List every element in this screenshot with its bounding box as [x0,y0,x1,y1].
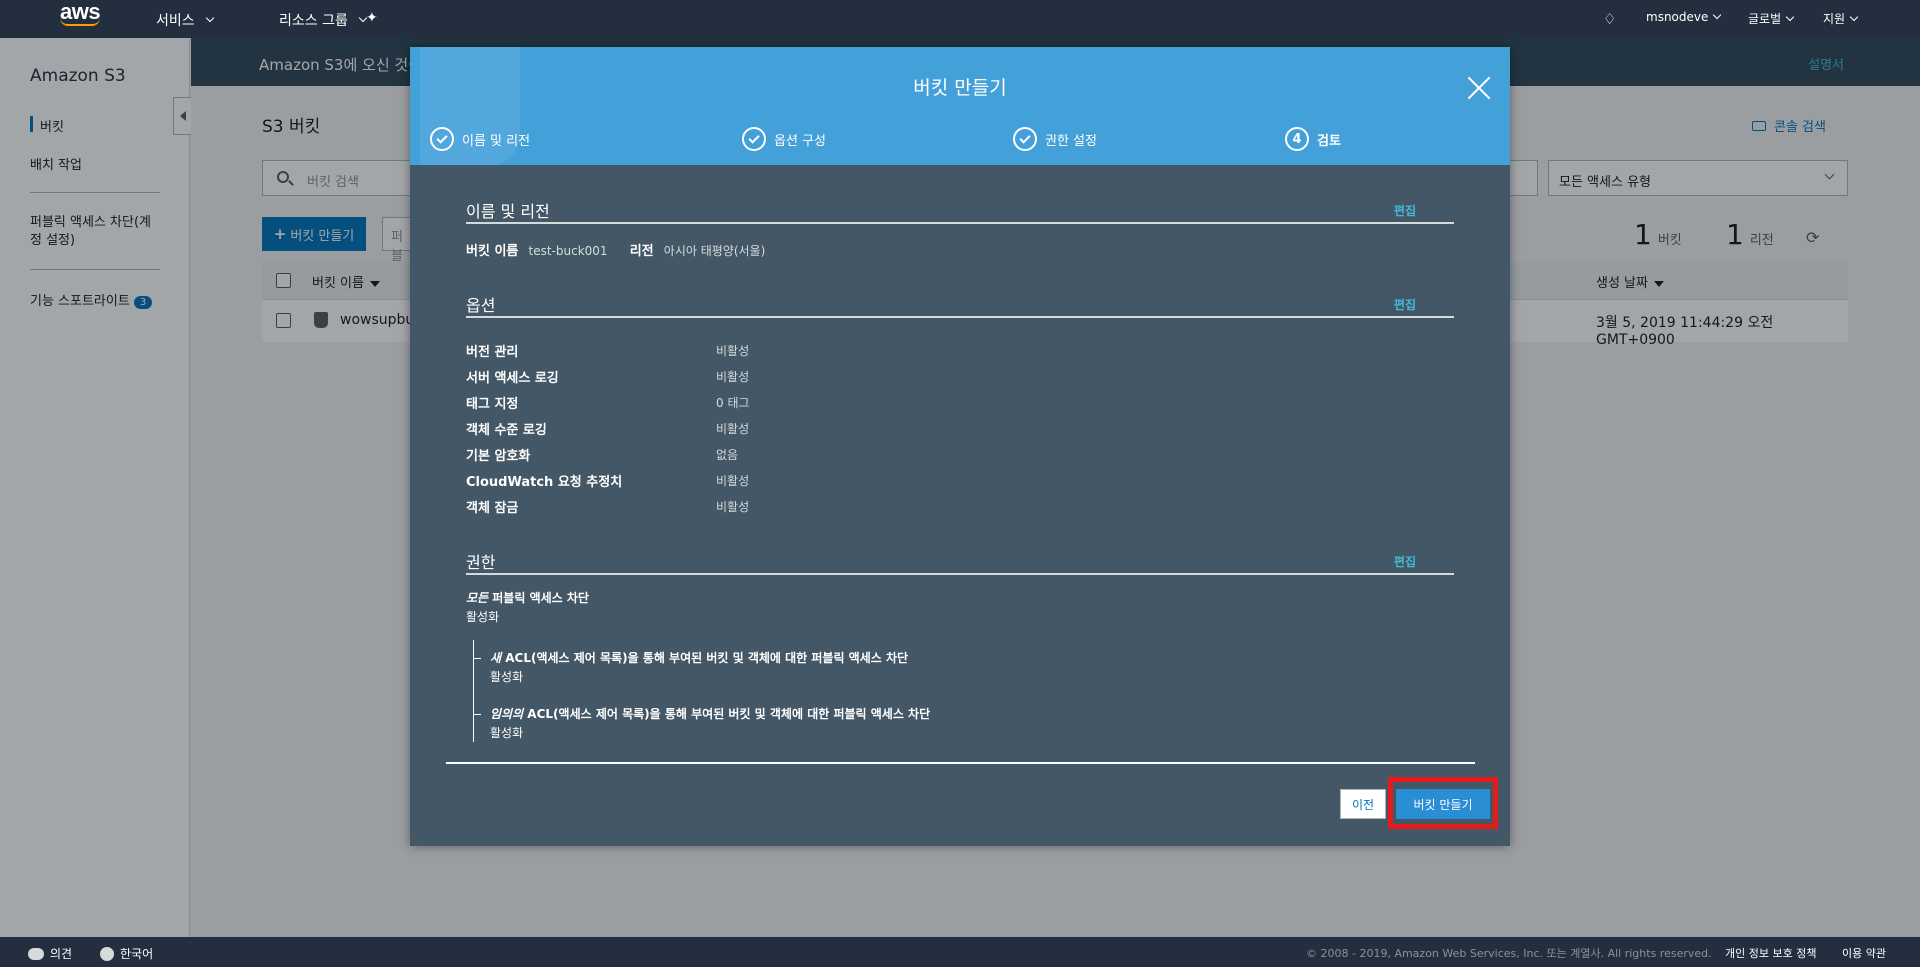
perm-block-all: 모든 퍼블릭 액세스 차단 활성화 [466,589,589,625]
option-value: 비활성 [716,500,750,514]
aws-logo[interactable]: aws [60,0,104,34]
tree-tick [473,658,481,659]
option-value: 0 태그 [716,396,750,410]
aws-logo-text: aws [60,0,101,24]
perm-title: 임의의 ACL(액세스 제어 목록)을 통해 부여된 버킷 및 객체에 대한 퍼… [490,705,930,722]
check-icon [742,127,766,151]
chevron-down-icon [205,13,214,23]
chevron-down-icon [1785,12,1795,21]
perm-title: 모든 퍼블릭 액세스 차단 [466,589,589,606]
resource-groups-menu[interactable]: 리소스 그룹 [279,10,368,30]
globe-icon [100,946,114,961]
perm-emphasis: 모든 [466,591,489,605]
option-value: 비활성 [716,370,750,384]
option-value: 없음 [716,448,739,462]
option-label: 객체 수준 로깅 [466,423,547,438]
services-label: 서비스 [156,13,195,29]
section-heading: 이름 및 리전 [466,202,550,221]
section-heading: 권한 [466,553,496,572]
step-label: 이름 및 리전 [462,133,531,149]
privacy-link[interactable]: 개인 정보 보호 정책 [1725,945,1816,961]
support-menu[interactable]: 지원 [1823,10,1859,27]
section-permissions: 권한 편집 [466,551,1454,575]
edit-link[interactable]: 편집 [1394,202,1416,219]
perm-rest: ACL(액세스 제어 목록)을 통해 부여된 버킷 및 객체에 대한 퍼블릭 액… [523,707,931,721]
language-label: 한국어 [120,947,154,961]
perm-status: 활성화 [490,726,524,740]
bucket-name-value: test-buck001 [528,244,608,258]
chevron-down-icon [1713,10,1722,20]
option-label: 기본 암호화 [466,449,531,464]
feedback-link[interactable]: 의견 [28,945,72,962]
option-value: 비활성 [716,474,750,488]
perm-block-any-acl: 임의의 ACL(액세스 제어 목록)을 통해 부여된 버킷 및 객체에 대한 퍼… [490,705,930,741]
resource-groups-label: 리소스 그룹 [279,13,348,29]
step-options[interactable]: 옵션 구성 [742,127,826,151]
account-menu[interactable]: msnodeve [1646,10,1722,24]
create-bucket-modal: 버킷 만들기 이름 및 리전 옵션 구성 권한 설정 4 검토 이름 및 리전 … [410,47,1510,846]
chevron-down-icon [1849,12,1859,21]
step-label: 권한 설정 [1045,133,1097,149]
pin-icon[interactable]: ✦ [366,10,378,26]
step-permissions[interactable]: 권한 설정 [1013,127,1097,151]
region-value: 아시아 태평양(서울) [663,244,766,258]
step-review[interactable]: 4 검토 [1285,127,1341,151]
step-number: 4 [1285,127,1309,151]
option-label: 서버 액세스 로깅 [466,371,559,386]
perm-rest: ACL(액세스 제어 목록)을 통해 부여된 버킷 및 객체에 대한 퍼블릭 액… [501,651,909,665]
perm-emphasis: 새 [490,651,502,665]
top-nav: aws 서비스 리소스 그룹 ✦ ♢ msnodeve 글로벌 지원 [0,0,1920,38]
option-label: CloudWatch 요청 추정치 [466,475,623,490]
bell-icon[interactable]: ♢ [1603,10,1616,28]
perm-block-new-acl: 새 ACL(액세스 제어 목록)을 통해 부여된 버킷 및 객체에 대한 퍼블릭… [490,649,908,685]
content-divider [446,762,1475,764]
modal-header: 버킷 만들기 이름 및 리전 옵션 구성 권한 설정 4 검토 [410,47,1510,165]
perm-emphasis: 임의의 [490,707,524,721]
section-heading: 옵션 [466,296,496,315]
close-icon[interactable] [1466,75,1492,101]
check-icon [1013,127,1037,151]
section-name-region: 이름 및 리전 편집 [466,200,1454,224]
tree-tick [473,714,481,715]
option-value: 비활성 [716,344,750,358]
chat-bubble-icon [28,947,44,960]
section-options: 옵션 편집 [466,294,1454,318]
terms-link[interactable]: 이용 약관 [1842,945,1886,961]
step-number-text: 4 [1292,131,1302,147]
step-label: 옵션 구성 [774,133,826,149]
copyright-text: © 2008 - 2019, Amazon Web Services, Inc.… [1306,947,1712,960]
perm-status: 활성화 [490,670,524,684]
perm-status: 활성화 [466,610,500,624]
services-menu[interactable]: 서비스 [156,10,214,30]
feedback-label: 의견 [50,947,73,961]
option-value: 비활성 [716,422,750,436]
region-label: 글로벌 [1748,12,1782,26]
previous-button[interactable]: 이전 [1340,789,1386,819]
check-icon [430,127,454,151]
region-key: 리전 [629,244,654,259]
account-label: msnodeve [1646,10,1709,24]
edit-link[interactable]: 편집 [1394,296,1416,313]
support-label: 지원 [1823,12,1846,26]
name-region-values: 버킷 이름 test-buck001 리전 아시아 태평양(서울) [466,240,765,259]
tree-line [473,640,474,742]
option-label: 태그 지정 [466,397,519,412]
perm-rest: 퍼블릭 액세스 차단 [488,591,589,605]
create-bucket-highlight: 버킷 만들기 [1388,777,1498,829]
option-label: 객체 잠금 [466,501,519,516]
perm-title: 새 ACL(액세스 제어 목록)을 통해 부여된 버킷 및 객체에 대한 퍼블릭… [490,649,908,666]
edit-link[interactable]: 편집 [1394,553,1416,570]
step-label: 검토 [1317,133,1341,149]
modal-title: 버킷 만들기 [913,77,1007,99]
region-menu[interactable]: 글로벌 [1748,10,1795,27]
step-name-region[interactable]: 이름 및 리전 [430,127,530,151]
footer: 의견 한국어 © 2008 - 2019, Amazon Web Service… [0,937,1920,967]
bucket-name-key: 버킷 이름 [466,244,519,259]
language-selector[interactable]: 한국어 [100,945,153,962]
create-bucket-submit-button[interactable]: 버킷 만들기 [1396,789,1490,819]
option-label: 버전 관리 [466,345,519,360]
